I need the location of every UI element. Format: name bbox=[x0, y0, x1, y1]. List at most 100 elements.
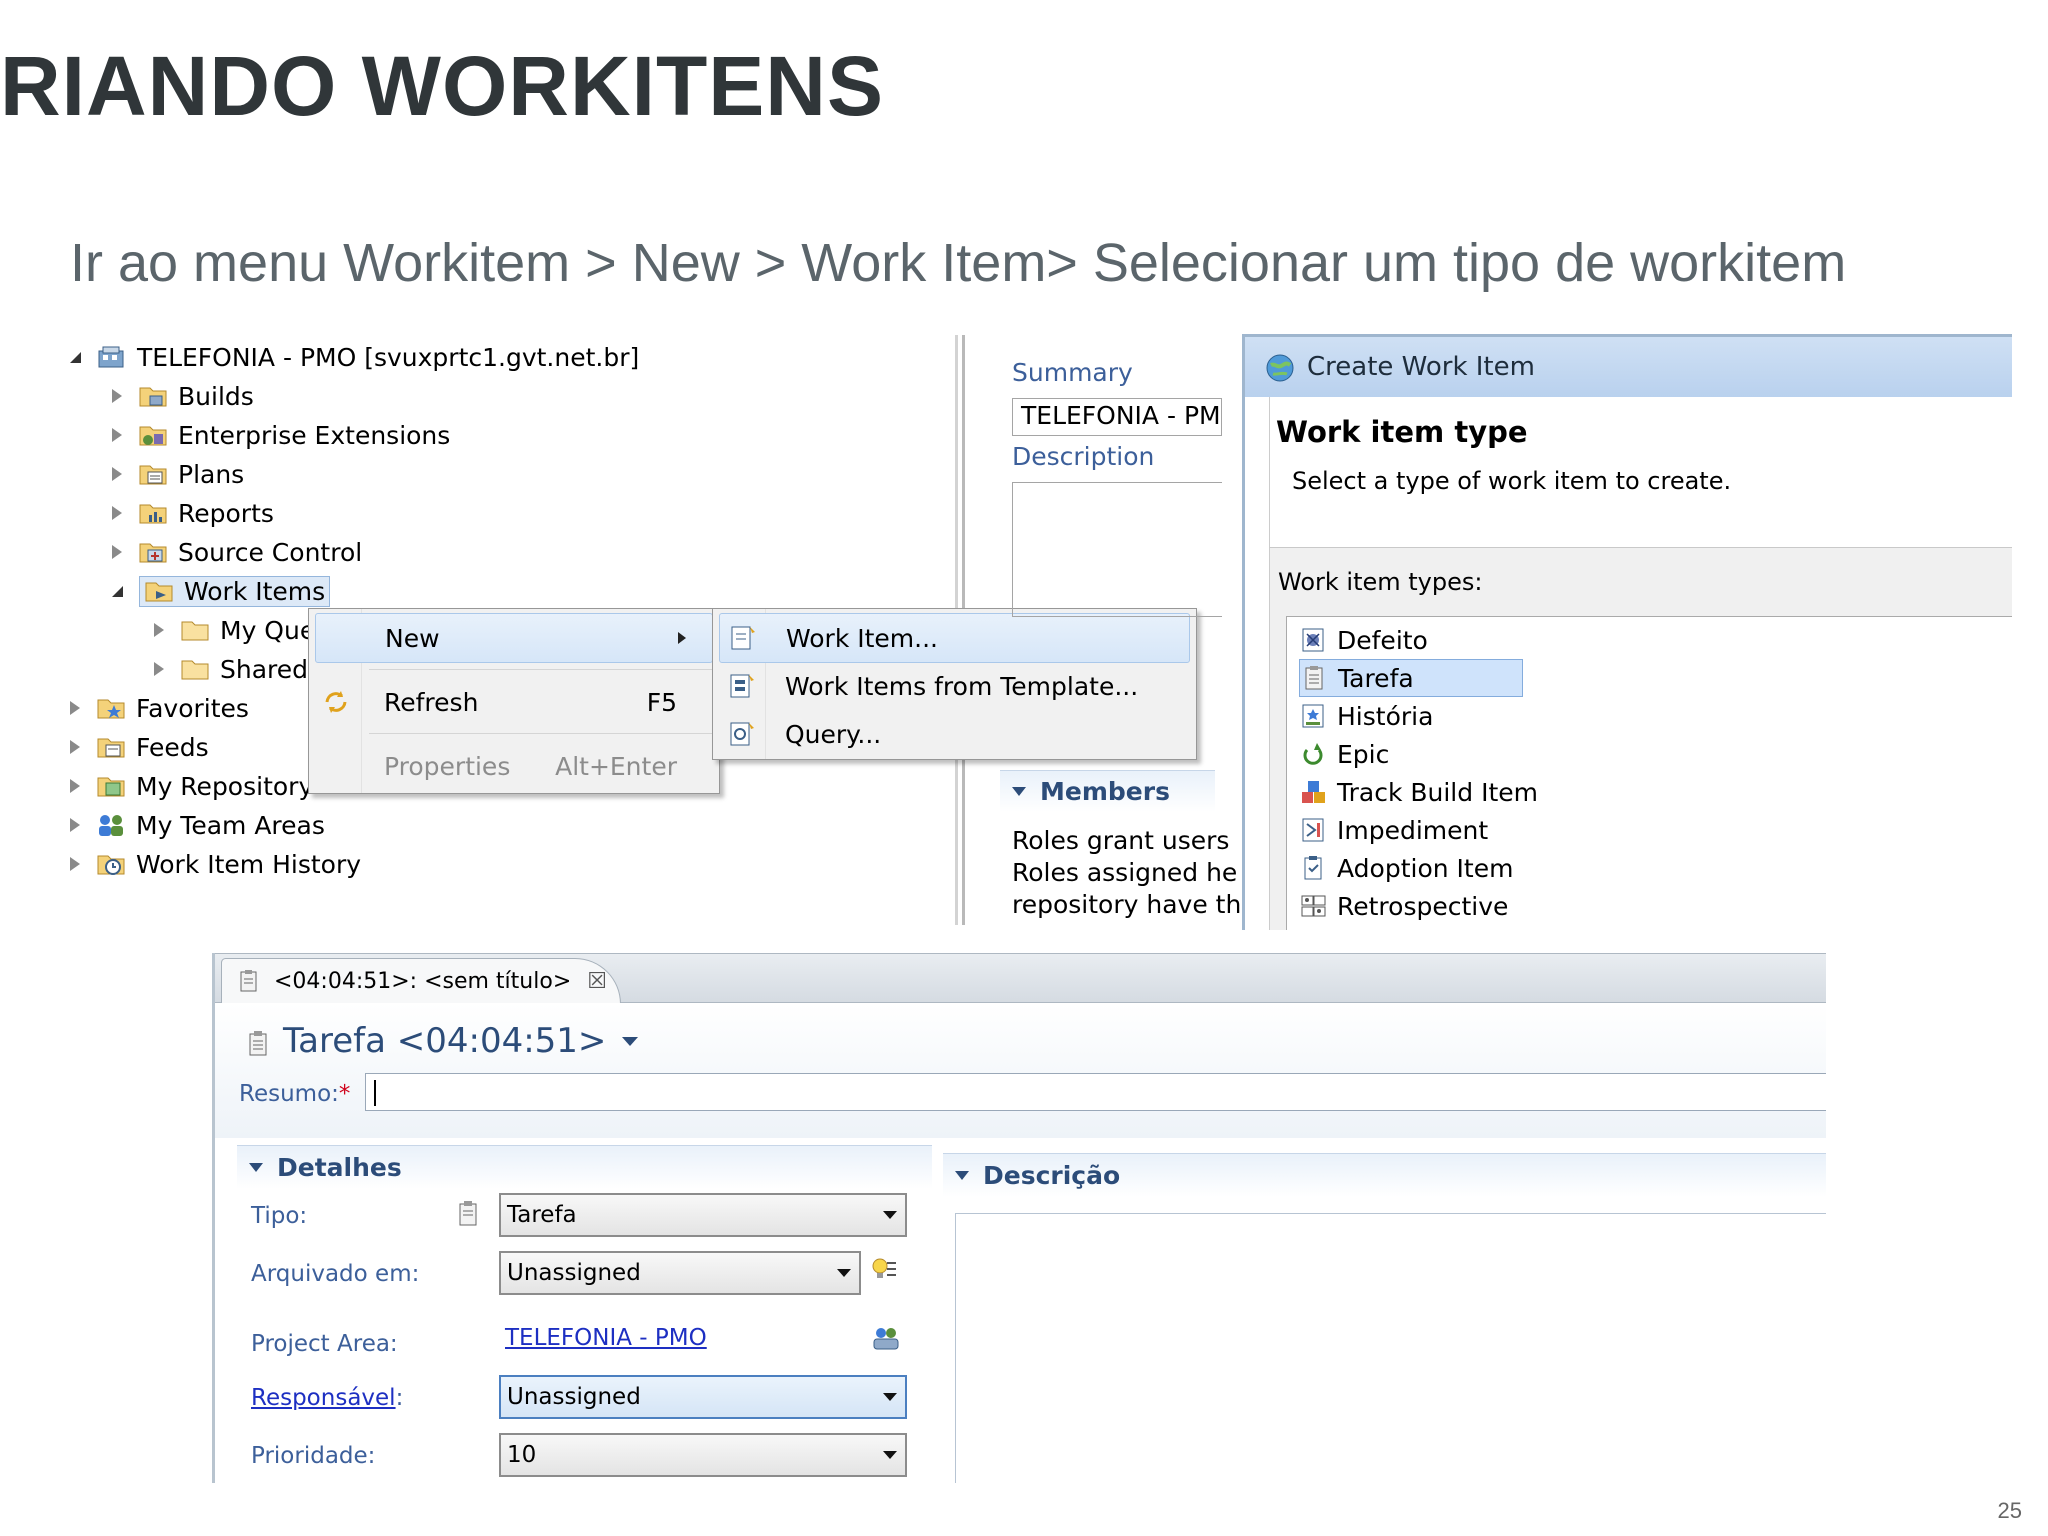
dialog-titlebar[interactable]: Create Work Item bbox=[1245, 337, 2012, 397]
chevron-down-icon bbox=[837, 1269, 851, 1277]
expanded-triangle-icon[interactable] bbox=[70, 351, 81, 363]
menu-item-properties[interactable]: Properties Alt+Enter bbox=[309, 741, 719, 791]
chevron-down-icon bbox=[883, 1451, 897, 1459]
close-icon[interactable]: ☒ bbox=[587, 969, 607, 994]
responsavel-suffix: : bbox=[395, 1385, 404, 1411]
project-area-link[interactable]: TELEFONIA - PMO bbox=[505, 1325, 707, 1351]
collapsed-triangle-icon[interactable] bbox=[112, 428, 122, 442]
list-item-track-build-item[interactable]: Track Build Item bbox=[1299, 773, 1538, 811]
builds-folder-icon bbox=[138, 382, 168, 410]
list-item-label: Epic bbox=[1337, 739, 1390, 769]
expanded-triangle-icon[interactable] bbox=[112, 585, 123, 597]
collapsed-triangle-icon[interactable] bbox=[112, 389, 122, 403]
tree-item-my-repository[interactable]: My Repository bbox=[70, 768, 313, 804]
section-collapse-icon[interactable] bbox=[249, 1163, 263, 1172]
enterprise-extensions-icon bbox=[138, 421, 168, 449]
resumo-input[interactable] bbox=[365, 1073, 1826, 1111]
tree-item-label: Source Control bbox=[178, 537, 363, 567]
tree-item-my-queries[interactable]: My Que bbox=[154, 612, 315, 648]
team-icon[interactable] bbox=[871, 1323, 901, 1351]
list-item-epic[interactable]: Epic bbox=[1299, 735, 1389, 773]
planning-lightbulb-icon[interactable] bbox=[869, 1255, 899, 1283]
query-icon bbox=[727, 720, 757, 748]
members-section-header[interactable]: Members bbox=[1000, 770, 1215, 812]
tipo-value: Tarefa bbox=[507, 1202, 577, 1228]
summary-field[interactable]: TELEFONIA - PM bbox=[1012, 398, 1222, 436]
tree-item-work-item-history[interactable]: Work Item History bbox=[70, 846, 361, 882]
responsavel-link[interactable]: Responsável bbox=[251, 1385, 396, 1411]
arquivado-value: Unassigned bbox=[507, 1260, 641, 1286]
tree-item-reports[interactable]: Reports bbox=[112, 495, 274, 531]
list-item-tarefa[interactable]: Tarefa bbox=[1299, 659, 1523, 697]
collapsed-triangle-icon[interactable] bbox=[112, 467, 122, 481]
story-icon bbox=[1299, 702, 1329, 730]
tree-item-my-team-areas[interactable]: My Team Areas bbox=[70, 807, 325, 843]
collapsed-triangle-icon[interactable] bbox=[112, 506, 122, 520]
section-collapse-icon[interactable] bbox=[1012, 787, 1026, 796]
collapsed-triangle-icon[interactable] bbox=[112, 545, 122, 559]
prioridade-select[interactable]: 10 bbox=[499, 1433, 907, 1477]
list-item-adoption-item[interactable]: Adoption Item bbox=[1299, 849, 1513, 887]
responsavel-select[interactable]: Unassigned bbox=[499, 1375, 907, 1419]
editor-tab[interactable]: <04:04:51>: <sem título> ☒ bbox=[221, 958, 621, 1004]
collapsed-triangle-icon[interactable] bbox=[154, 623, 164, 637]
chevron-down-icon bbox=[883, 1393, 897, 1401]
prioridade-label: Prioridade: bbox=[251, 1443, 376, 1469]
collapsed-triangle-icon[interactable] bbox=[70, 701, 80, 715]
arquivado-select[interactable]: Unassigned bbox=[499, 1251, 861, 1295]
tree-item-label: Reports bbox=[178, 498, 274, 528]
collapsed-triangle-icon[interactable] bbox=[70, 779, 80, 793]
tree-item-label: My Team Areas bbox=[136, 810, 325, 840]
tree-item-plans[interactable]: Plans bbox=[112, 456, 244, 492]
description-field[interactable] bbox=[1012, 482, 1222, 617]
submenu-arrow-icon bbox=[678, 632, 686, 644]
menu-item-new[interactable]: New bbox=[315, 613, 713, 663]
list-item-impediment[interactable]: Impediment bbox=[1299, 811, 1488, 849]
summary-value: TELEFONIA - PM bbox=[1021, 401, 1221, 430]
work-item-types-list[interactable]: Defeito Tarefa História Epic Track Build… bbox=[1286, 616, 2012, 930]
title-dropdown-icon[interactable] bbox=[622, 1036, 639, 1046]
dialog-heading: Work item type bbox=[1276, 415, 1528, 449]
slide-title: RIANDO WORKITENS bbox=[0, 39, 884, 133]
list-item-retrospective[interactable]: Retrospective bbox=[1299, 887, 1508, 925]
summary-label: Summary bbox=[1012, 358, 1133, 387]
tree-item-favorites[interactable]: Favorites bbox=[70, 690, 249, 726]
list-item-label: Track Build Item bbox=[1337, 777, 1538, 807]
list-item-defeito[interactable]: Defeito bbox=[1299, 621, 1428, 659]
menu-item-refresh[interactable]: Refresh F5 bbox=[309, 677, 719, 727]
menu-item-shortcut: F5 bbox=[646, 687, 677, 717]
required-mark: * bbox=[338, 1081, 351, 1107]
collapsed-triangle-icon[interactable] bbox=[70, 740, 80, 754]
resumo-label: Resumo:* bbox=[239, 1081, 350, 1107]
tree-item-label: My Que bbox=[220, 615, 316, 645]
editor-tab-label: <04:04:51>: <sem título> bbox=[274, 969, 572, 994]
tree-item-source-control[interactable]: Source Control bbox=[112, 534, 362, 570]
tree-item-label: Enterprise Extensions bbox=[178, 420, 451, 450]
feeds-icon bbox=[96, 733, 126, 761]
tree-item-root[interactable]: TELEFONIA - PMO [svuxprtc1.gvt.net.br] bbox=[70, 339, 639, 375]
collapsed-triangle-icon[interactable] bbox=[154, 662, 164, 676]
responsavel-label: Responsável: bbox=[251, 1385, 403, 1411]
tree-item-shared[interactable]: Shared bbox=[154, 651, 308, 687]
list-item-historia[interactable]: História bbox=[1299, 697, 1433, 735]
tipo-select[interactable]: Tarefa bbox=[499, 1193, 907, 1237]
tree-item-enterprise-extensions[interactable]: Enterprise Extensions bbox=[112, 417, 450, 453]
list-item-label: História bbox=[1337, 701, 1434, 731]
text-caret bbox=[374, 1080, 376, 1106]
context-menu: New Refresh F5 Properties Alt+Enter bbox=[308, 608, 720, 794]
descricao-text-area[interactable] bbox=[955, 1213, 1826, 1483]
menu-separator bbox=[369, 669, 713, 670]
section-collapse-icon[interactable] bbox=[955, 1171, 969, 1180]
tree-item-feeds[interactable]: Feeds bbox=[70, 729, 209, 765]
collapsed-triangle-icon[interactable] bbox=[70, 857, 80, 871]
tree-item-label: Work Items bbox=[184, 576, 326, 606]
tree-item-label: My Repository bbox=[136, 771, 314, 801]
tree-item-builds[interactable]: Builds bbox=[112, 378, 254, 414]
editor-tab-bar: <04:04:51>: <sem título> ☒ bbox=[215, 953, 1826, 1004]
tree-item-work-items[interactable]: Work Items bbox=[112, 573, 331, 609]
dialog-title: Create Work Item bbox=[1307, 352, 1535, 382]
project-area-label: Project Area: bbox=[251, 1331, 398, 1357]
detalhes-section-header[interactable]: Detalhes bbox=[237, 1145, 932, 1189]
descricao-section-header[interactable]: Descrição bbox=[943, 1153, 1826, 1197]
collapsed-triangle-icon[interactable] bbox=[70, 818, 80, 832]
